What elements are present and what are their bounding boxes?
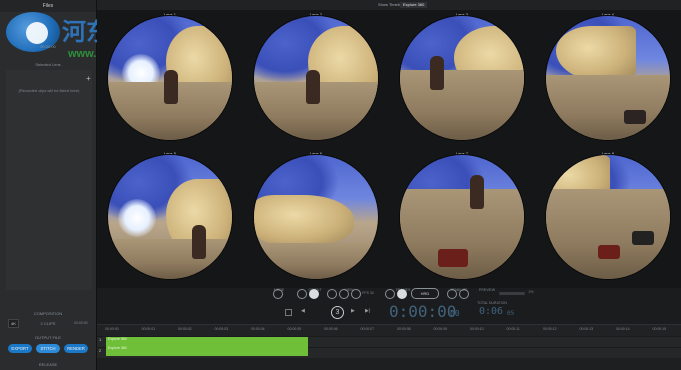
render-button[interactable]: RENDER xyxy=(64,344,88,353)
lens-cell[interactable]: Lens 5 xyxy=(97,149,243,288)
current-timecode: 0:00:00 xyxy=(389,302,457,321)
stabilize-toggle-icon[interactable] xyxy=(447,289,457,299)
ruler-tick: 00:00:04 xyxy=(251,327,265,331)
timeline-clip[interactable]: Explore 360 Explore 360 xyxy=(106,337,308,356)
lens-preview xyxy=(400,16,524,140)
stabilize-option-icon[interactable] xyxy=(459,289,469,299)
volume-value: 2% xyxy=(528,290,534,294)
lens-grid: Lens 1 Lens 2 Lens 3 Lens 4 Lens 5 Lens … xyxy=(97,10,681,288)
lens-cell[interactable]: Lens 1 xyxy=(97,10,243,149)
ruler-tick: 00:00:05 xyxy=(287,327,302,331)
ruler-tick: 00:00:02 xyxy=(178,327,192,331)
add-clip-button[interactable]: + xyxy=(86,74,91,83)
timeline-empty-area xyxy=(97,358,681,370)
total-duration: 0:06 xyxy=(479,306,504,317)
mode-toggle-icon[interactable] xyxy=(273,289,283,299)
step-back-button[interactable]: ◀ xyxy=(301,308,305,314)
ruler-tick: 00:00:12 xyxy=(543,327,557,331)
lens-preview xyxy=(254,16,378,140)
lens-cell[interactable]: Lens 7 xyxy=(389,149,535,288)
track-number: 1 xyxy=(99,337,102,342)
clips-duration: 00:00:00 xyxy=(74,321,88,325)
lens-cell[interactable]: Lens 4 xyxy=(535,10,681,149)
lens-preview xyxy=(546,155,670,279)
clip-list[interactable] xyxy=(6,70,92,290)
orient-selected-icon[interactable] xyxy=(309,289,319,299)
ruler-tick: 00:00:10 xyxy=(470,327,484,331)
ruler-tick: 00:00:01 xyxy=(141,327,156,331)
track-number: 2 xyxy=(99,348,102,353)
stitch-button[interactable]: STITCH xyxy=(36,344,60,353)
tab-explore-360[interactable]: Explore 360 xyxy=(400,2,428,8)
step-forward-button[interactable]: ▶ xyxy=(351,308,355,314)
lens-preview xyxy=(546,16,670,140)
fps-label: FPS 30 xyxy=(362,291,374,295)
list-title: Selected Lens xyxy=(35,62,61,67)
clip-label: Explore 360 xyxy=(108,337,127,341)
total-frames: 05 xyxy=(507,310,515,317)
current-frames: 00 xyxy=(450,309,460,318)
view-option-c-icon[interactable] xyxy=(351,289,361,299)
ruler-tick: 00:00:11 xyxy=(506,327,520,331)
lens-preview xyxy=(108,16,232,140)
total-duration-label: TOTAL DURATION xyxy=(477,301,507,305)
stop-icon[interactable] xyxy=(285,309,292,316)
transport-bar: MODE ORIENT VIEW FRAMES STABILIZE PREVIE… xyxy=(97,288,681,324)
lens-cell[interactable]: Lens 2 xyxy=(243,10,389,149)
ruler-tick: 00:00:06 xyxy=(324,327,338,331)
watermark-logo-center-icon xyxy=(26,22,48,44)
output-label: OUTPUT FILE xyxy=(35,335,61,340)
ruler-tick: 00:00:03 xyxy=(214,327,229,331)
view-option-b-icon[interactable] xyxy=(339,289,349,299)
lens-cell[interactable]: Lens 8 xyxy=(535,149,681,288)
panel-header: Files xyxy=(0,0,96,12)
ruler-tick: 00:00:00 xyxy=(105,327,119,331)
res-button[interactable]: HRD xyxy=(411,288,439,299)
composition-label: COMPOSITION xyxy=(33,311,63,316)
ruler-tick: 00:00:14 xyxy=(616,327,630,331)
clip-label: Explore 360 xyxy=(108,346,127,350)
preview-label: PREVIEW xyxy=(478,288,496,292)
go-to-end-button[interactable]: ▶| xyxy=(365,308,370,314)
lens-preview xyxy=(254,155,378,279)
lens-cell[interactable]: Lens 6 xyxy=(243,149,389,288)
release-label: RELEASE xyxy=(38,362,58,367)
ruler-tick: 00:00:09 xyxy=(433,327,448,331)
ruler-tick: 00:00:08 xyxy=(397,327,411,331)
lens-preview xyxy=(400,155,524,279)
speed-selected-icon[interactable] xyxy=(397,289,407,299)
orient-toggle-icon[interactable] xyxy=(297,289,307,299)
lens-cell[interactable]: Lens 3 xyxy=(389,10,535,149)
top-bar: Show Timeline Explore 360 xyxy=(97,0,681,10)
ruler-tick: 00:00:13 xyxy=(579,327,594,331)
play-button[interactable]: 3 xyxy=(331,306,344,319)
ruler-tick: 00:00:15 xyxy=(652,327,667,331)
export-button[interactable]: EXPORT xyxy=(8,344,32,353)
view-option-a-icon[interactable] xyxy=(327,289,337,299)
volume-slider[interactable] xyxy=(499,292,525,295)
frames-toggle-icon[interactable] xyxy=(385,289,395,299)
ruler-tick: 00:00:07 xyxy=(360,327,375,331)
drop-hint: (Recorded clips will be listed here) xyxy=(18,88,80,93)
lens-preview xyxy=(108,155,232,279)
